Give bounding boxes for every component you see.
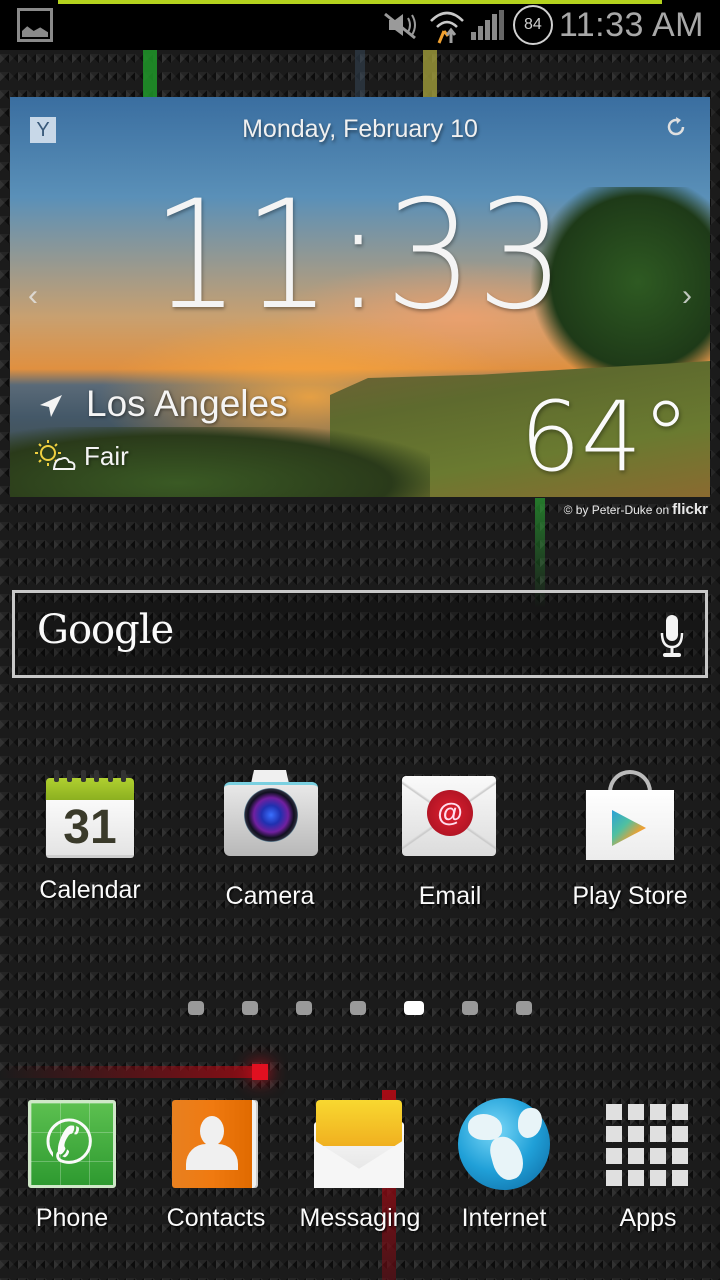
widget-condition: Fair bbox=[84, 441, 129, 471]
page-dot[interactable] bbox=[462, 1001, 478, 1015]
dock-label: Internet bbox=[461, 1204, 547, 1232]
status-bar[interactable]: 84 11:33 AM bbox=[0, 0, 720, 50]
play-store-icon bbox=[582, 770, 678, 866]
widget-city: Los Angeles bbox=[86, 383, 288, 424]
contacts-icon bbox=[170, 1098, 262, 1190]
messaging-icon bbox=[314, 1098, 406, 1190]
battery-indicator: 84 bbox=[512, 5, 553, 45]
widget-date: Monday, February 10 bbox=[242, 115, 478, 143]
dock-contacts[interactable]: Contacts bbox=[144, 1098, 288, 1233]
page-dot[interactable] bbox=[350, 1001, 366, 1015]
flickr-logo: flickr bbox=[672, 501, 708, 518]
calendar-day: 31 bbox=[63, 801, 117, 854]
widget-temperature: 64° bbox=[519, 381, 690, 493]
dock-label: Phone bbox=[35, 1204, 109, 1232]
app-calendar[interactable]: 31 Calendar bbox=[0, 770, 180, 905]
page-dot[interactable] bbox=[516, 1001, 532, 1015]
dock-messaging[interactable]: Messaging bbox=[288, 1098, 432, 1233]
previous-location-button[interactable]: ‹ bbox=[28, 279, 38, 313]
apps-grid-icon bbox=[602, 1098, 694, 1190]
microphone-icon[interactable] bbox=[659, 613, 685, 659]
page-dot[interactable] bbox=[188, 1001, 204, 1015]
status-time: 11:33 AM bbox=[558, 5, 704, 44]
dock-internet[interactable]: Internet bbox=[432, 1098, 576, 1233]
email-icon: @ bbox=[402, 770, 498, 866]
google-logo[interactable]: Google bbox=[37, 607, 174, 653]
app-camera[interactable]: Camera bbox=[180, 770, 360, 911]
location-arrow-icon bbox=[38, 393, 64, 419]
app-label: Calendar bbox=[39, 876, 141, 904]
wallpaper-glow bbox=[0, 1066, 268, 1078]
app-label: Email bbox=[418, 882, 482, 910]
camera-icon bbox=[222, 770, 318, 866]
mute-icon bbox=[381, 10, 421, 40]
app-label: Play Store bbox=[572, 882, 688, 910]
dock-label: Contacts bbox=[166, 1204, 266, 1232]
app-label: Camera bbox=[225, 882, 315, 910]
wallpaper-glow bbox=[143, 50, 157, 98]
page-dot-active[interactable] bbox=[404, 1001, 424, 1015]
wallpaper-glow bbox=[355, 50, 365, 98]
page-dot[interactable] bbox=[296, 1001, 312, 1015]
next-location-button[interactable]: › bbox=[682, 279, 692, 313]
wallpaper-glow bbox=[423, 50, 437, 98]
app-email[interactable]: @ Email bbox=[360, 770, 540, 911]
dock-label: Messaging bbox=[299, 1204, 421, 1232]
dock-phone[interactable]: ✆ Phone bbox=[0, 1098, 144, 1233]
status-icons: 84 11:33 AM bbox=[381, 4, 720, 46]
page-dot[interactable] bbox=[242, 1001, 258, 1015]
page-indicator[interactable] bbox=[0, 1001, 720, 1017]
wifi-icon bbox=[427, 5, 467, 45]
photo-credit-text: © by Peter-Duke on bbox=[563, 502, 670, 517]
dock-apps[interactable]: Apps bbox=[576, 1098, 720, 1233]
app-play-store[interactable]: Play Store bbox=[540, 770, 720, 911]
gallery-icon bbox=[17, 8, 53, 42]
widget-clock: 11:33 bbox=[151, 169, 569, 343]
signal-icon bbox=[470, 10, 507, 40]
wallpaper-glow bbox=[252, 1064, 268, 1080]
weather-widget[interactable]: Y Monday, February 10 11:33 ‹ › Los Ange… bbox=[10, 97, 710, 497]
dock-label: Apps bbox=[619, 1204, 677, 1232]
partly-sunny-icon bbox=[32, 438, 76, 472]
photo-credit[interactable]: © by Peter-Duke on flickr bbox=[564, 501, 708, 518]
phone-icon: ✆ bbox=[26, 1098, 118, 1190]
calendar-icon: 31 bbox=[46, 770, 134, 860]
google-search-bar[interactable]: Google bbox=[12, 590, 708, 678]
refresh-icon[interactable] bbox=[664, 115, 688, 139]
globe-icon bbox=[458, 1098, 550, 1190]
